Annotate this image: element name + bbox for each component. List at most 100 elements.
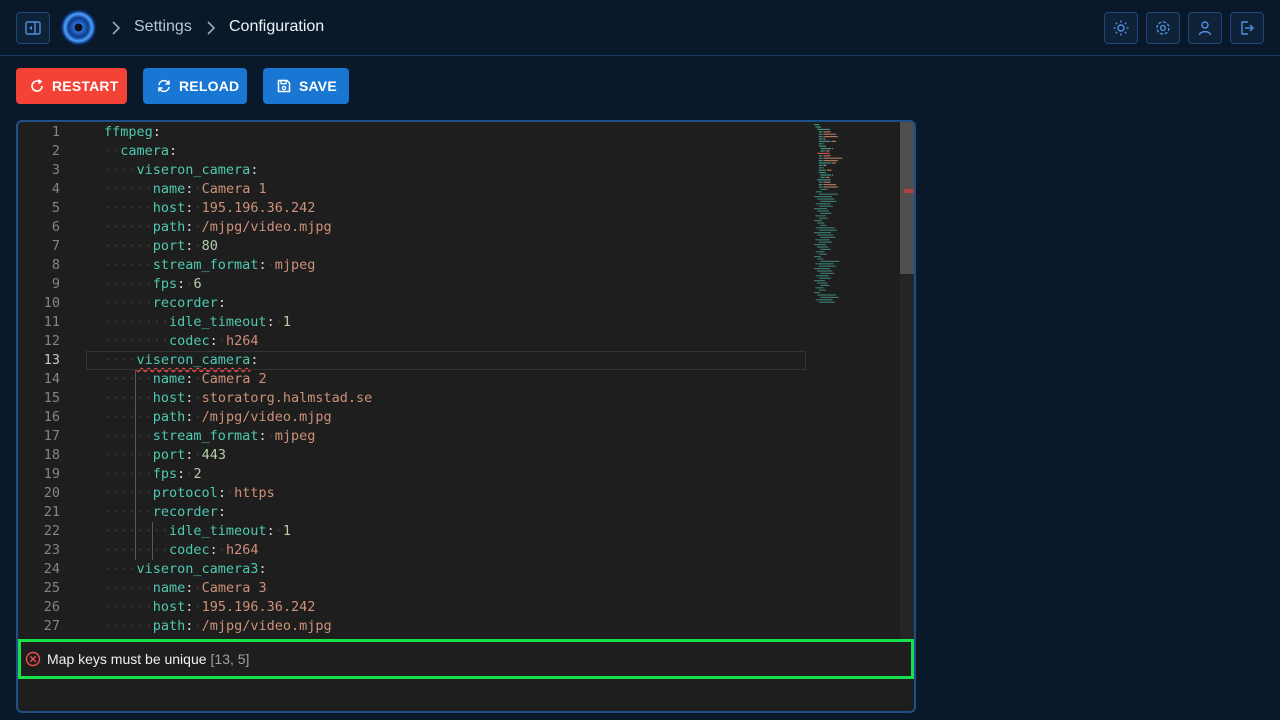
indent-whitespace: ······ xyxy=(104,390,153,406)
code-line[interactable]: ffmpeg: xyxy=(86,123,806,142)
minimap-line xyxy=(818,133,823,135)
restart-button[interactable]: RESTART xyxy=(16,68,127,104)
minimap-line xyxy=(818,169,826,171)
minimap-line xyxy=(814,280,825,282)
editor-scrollbar[interactable] xyxy=(900,122,914,642)
minimap-line xyxy=(817,179,831,181)
user-button[interactable] xyxy=(1188,12,1222,44)
yaml-key: viseron_camera3 xyxy=(136,561,259,577)
minimap-value xyxy=(823,181,831,183)
minimap-line xyxy=(820,248,831,250)
code-line[interactable]: ······host:·195.196.36.242 xyxy=(86,199,806,218)
minimap-line xyxy=(815,126,821,128)
yaml-value: https xyxy=(234,485,275,501)
sidebar-toggle-button[interactable] xyxy=(16,12,50,44)
code-line[interactable]: ······protocol:·https xyxy=(86,484,806,503)
reload-button[interactable]: RELOAD xyxy=(143,68,247,104)
yaml-key: host xyxy=(152,390,186,406)
minimap-line xyxy=(820,284,830,286)
minimap-line xyxy=(817,294,837,296)
restart-label: RESTART xyxy=(52,78,119,94)
indent-whitespace: ······ xyxy=(104,618,153,634)
logout-button[interactable] xyxy=(1230,12,1264,44)
yaml-value: 443 xyxy=(201,447,226,463)
code-editor[interactable]: 1 2 3 4 5 6 7 8 9 10 11 12 13 14 15 16 17 18 19 20 21 22 23 24 2… xyxy=(16,120,916,713)
indent-whitespace: ······ xyxy=(104,599,153,615)
settings-button[interactable] xyxy=(1146,12,1180,44)
code-line[interactable]: ······host:·storatorg.halmstad.se xyxy=(86,389,806,408)
minimap-line xyxy=(817,282,828,284)
minimap-line xyxy=(817,128,830,130)
minimap-value xyxy=(831,140,836,142)
code-line[interactable]: ······path:·/mjpg/video.mjpg xyxy=(86,408,806,427)
code-line[interactable]: ········codec:·h264 xyxy=(86,541,806,560)
save-button[interactable]: SAVE xyxy=(263,68,349,104)
code-line[interactable]: ······name:·Camera 2 xyxy=(86,370,806,389)
indent-whitespace: ······ xyxy=(104,181,153,197)
code-line[interactable]: ······stream_format:·mjpeg xyxy=(86,427,806,446)
minimap-value xyxy=(823,184,836,186)
yaml-key: viseron_camera xyxy=(136,162,251,178)
indent-guide xyxy=(151,522,153,560)
minimap-line xyxy=(818,277,831,279)
theme-toggle-button[interactable] xyxy=(1104,12,1138,44)
yaml-key: recorder xyxy=(152,295,218,311)
line-number: 16 xyxy=(43,409,60,425)
line-number: 7 xyxy=(51,238,60,254)
yaml-value: 1 xyxy=(282,523,291,539)
minimap-value xyxy=(823,131,831,133)
code-line[interactable]: ··camera: xyxy=(86,142,806,161)
indent-whitespace: ······ xyxy=(104,485,153,501)
line-number: 17 xyxy=(43,428,60,444)
code-line[interactable]: ······path:·/mjpg/video.mjpg xyxy=(86,617,806,636)
code-line[interactable]: ····viseron_camera3: xyxy=(86,560,806,579)
code-line[interactable]: ······stream_format:·mjpeg xyxy=(86,256,806,275)
editor-minimap[interactable] xyxy=(812,122,902,322)
breadcrumb-settings[interactable]: Settings xyxy=(134,18,192,36)
yaml-key: stream_format xyxy=(152,257,259,273)
code-line[interactable]: ······port:·80 xyxy=(86,237,806,256)
code-line[interactable]: ····viseron_camera: xyxy=(86,351,806,370)
code-line[interactable]: ······name:·Camera 1 xyxy=(86,180,806,199)
viseron-logo[interactable] xyxy=(60,9,97,46)
minimap-line xyxy=(820,200,837,202)
code-line[interactable]: ····viseron_camera: xyxy=(86,161,806,180)
code-line[interactable]: ······host:·195.196.36.242 xyxy=(86,598,806,617)
problems-panel[interactable]: Map keys must be unique [13, 5] xyxy=(18,639,914,679)
code-line[interactable]: ······name:·Camera 3 xyxy=(86,579,806,598)
code-line[interactable]: ······fps:·6 xyxy=(86,275,806,294)
code-line[interactable]: ········idle_timeout:·1 xyxy=(86,522,806,541)
code-line[interactable]: ······port:·443 xyxy=(86,446,806,465)
minimap-line xyxy=(818,131,823,133)
indent-whitespace: ···· xyxy=(104,561,137,577)
minimap-line xyxy=(818,172,826,174)
yaml-key: name xyxy=(152,371,186,387)
line-number: 5 xyxy=(51,200,60,216)
code-line[interactable]: ······recorder: xyxy=(86,503,806,522)
minimap-line xyxy=(814,268,830,270)
minimap-value xyxy=(823,136,838,138)
minimap-line xyxy=(818,136,823,138)
space-marker: · xyxy=(193,238,202,254)
yaml-key: idle_timeout xyxy=(169,314,267,330)
yaml-colon: : xyxy=(250,162,259,178)
code-lines[interactable]: ffmpeg: ··camera: ····viseron_camera: ·····… xyxy=(86,122,806,636)
code-line[interactable]: ······fps:·2 xyxy=(86,465,806,484)
yaml-colon: : xyxy=(250,352,259,368)
yaml-key: fps xyxy=(152,466,178,482)
minimap-line xyxy=(818,265,836,267)
user-icon xyxy=(1198,21,1212,36)
yaml-colon: : xyxy=(169,143,178,159)
theme-brightness-icon xyxy=(1113,20,1129,36)
minimap-line xyxy=(818,253,827,255)
minimap-line xyxy=(820,224,827,226)
code-line[interactable]: ······path:·/mjpg/video.mjpg xyxy=(86,218,806,237)
code-line[interactable]: ········idle_timeout:·1 xyxy=(86,313,806,332)
code-line[interactable]: ······recorder: xyxy=(86,294,806,313)
yaml-value: /mjpg/video.mjpg xyxy=(201,409,332,425)
scrollbar-thumb[interactable] xyxy=(900,122,914,274)
code-line[interactable]: ········codec:·h264 xyxy=(86,332,806,351)
minimap-value xyxy=(825,176,830,178)
minimap-line xyxy=(818,301,835,303)
yaml-value: Camera 3 xyxy=(201,580,267,596)
